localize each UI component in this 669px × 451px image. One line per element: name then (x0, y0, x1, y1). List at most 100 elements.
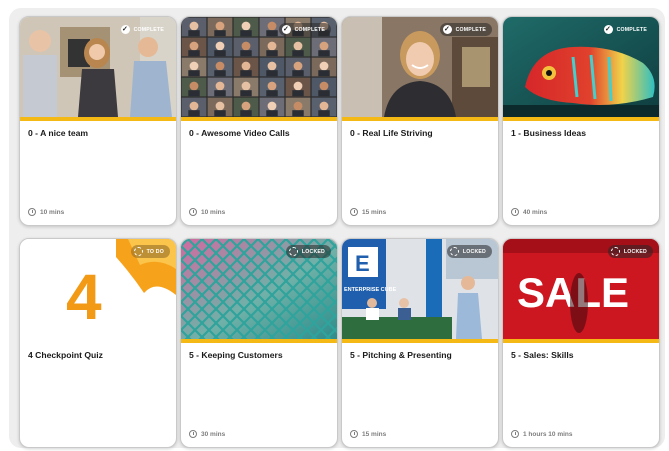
module-title: 0 - Awesome Video Calls (189, 128, 290, 138)
status-badge: LOCKED (607, 245, 653, 258)
status-label: TO DO (146, 248, 164, 255)
accent-bar (503, 117, 659, 121)
video-tile (181, 97, 207, 117)
accent-bar (342, 117, 498, 121)
duration-label: 40 mins (523, 208, 548, 216)
status-label: LOCKED (301, 248, 325, 255)
video-tile (311, 77, 337, 97)
number-4-graphic: 4 (66, 261, 102, 333)
module-card-business-ideas[interactable]: ✓ COMPLETE 1 - Business Ideas 40 mins (502, 16, 660, 226)
lock-icon (610, 247, 620, 256)
status-label: COMPLETE (294, 26, 325, 33)
number-4-thumbnail: 4 TO DO (20, 239, 176, 339)
module-card-a-nice-team[interactable]: ✓ COMPLETE 0 - A nice team 10 mins (19, 16, 177, 226)
module-duration: 10 mins (28, 208, 64, 216)
sale-sign-thumbnail: SALE LOCKED (503, 239, 659, 339)
module-title: 4 Checkpoint Quiz (28, 350, 103, 360)
status-label: LOCKED (462, 248, 486, 255)
video-tile (181, 57, 207, 77)
svg-text:E: E (355, 251, 370, 276)
status-label: LOCKED (623, 248, 647, 255)
module-title: 1 - Business Ideas (511, 128, 586, 138)
module-card-checkpoint-quiz[interactable]: 4 TO DO 4 Checkpoint Quiz (19, 238, 177, 448)
lock-icon (449, 247, 459, 256)
video-tile (259, 97, 285, 117)
status-badge: LOCKED (446, 245, 492, 258)
status-label: COMPLETE (133, 26, 164, 33)
video-tile (207, 57, 233, 77)
duration-label: 1 hours 10 mins (523, 430, 573, 438)
video-tile (285, 37, 311, 57)
module-duration: 1 hours 10 mins (511, 430, 573, 438)
checkmark-icon: ✓ (281, 25, 291, 34)
module-card-real-life-striving[interactable]: ✓ COMPLETE 0 - Real Life Striving 15 min… (341, 16, 499, 226)
clock-icon (189, 208, 197, 216)
clock-icon (189, 430, 197, 438)
status-badge: ✓ COMPLETE (601, 23, 653, 36)
clock-icon (511, 430, 519, 438)
video-tile (181, 77, 207, 97)
video-tile (233, 57, 259, 77)
accent-bar (20, 117, 176, 121)
module-card-sales-skills[interactable]: SALE LOCKED 5 - Sales: Skills 1 hours 10… (502, 238, 660, 448)
video-tile (311, 57, 337, 77)
duration-label: 30 mins (201, 430, 226, 438)
status-label: COMPLETE (616, 26, 647, 33)
clock-icon (28, 208, 36, 216)
chain-link-fence-thumbnail: LOCKED (181, 239, 337, 339)
video-tile (233, 37, 259, 57)
video-tile (181, 37, 207, 57)
clock-icon (350, 208, 358, 216)
status-label: COMPLETE (455, 26, 486, 33)
enterprise-cube-stage-thumbnail: E ENTERPRISE CUBE LOCKED (342, 239, 498, 339)
video-tile (285, 97, 311, 117)
status-badge: ✓ COMPLETE (278, 23, 331, 36)
enterprise-cube-text: ENTERPRISE CUBE (344, 287, 397, 293)
duration-label: 15 mins (362, 208, 387, 216)
video-tile (285, 77, 311, 97)
video-tile (207, 17, 233, 37)
module-card-awesome-video-calls[interactable]: ✓ COMPLETE 0 - Awesome Video Calls 10 mi… (180, 16, 338, 226)
module-title: 5 - Keeping Customers (189, 350, 283, 360)
module-title: 5 - Pitching & Presenting (350, 350, 452, 360)
module-grid-panel: ✓ COMPLETE 0 - A nice team 10 mins ✓ COM… (9, 8, 665, 448)
module-title: 5 - Sales: Skills (511, 350, 574, 360)
lock-icon (288, 247, 298, 256)
team-photo-thumbnail: ✓ COMPLETE (20, 17, 176, 117)
clock-icon (511, 208, 519, 216)
module-title: 0 - A nice team (28, 128, 89, 138)
video-tile (311, 97, 337, 117)
todo-icon (133, 247, 143, 256)
status-badge: LOCKED (285, 245, 331, 258)
module-card-keeping-customers[interactable]: LOCKED 5 - Keeping Customers 30 mins (180, 238, 338, 448)
video-tile (311, 37, 337, 57)
module-duration: 15 mins (350, 208, 386, 216)
video-tile (207, 77, 233, 97)
accent-bar (181, 117, 337, 121)
checkmark-icon: ✓ (120, 25, 130, 34)
status-badge: TO DO (130, 245, 170, 258)
clock-icon (350, 430, 358, 438)
accent-bar (181, 339, 337, 343)
checkmark-icon: ✓ (442, 25, 452, 34)
module-title: 0 - Real Life Striving (350, 128, 433, 138)
module-card-pitching-presenting[interactable]: E ENTERPRISE CUBE LOCKED 5 - Pitching & … (341, 238, 499, 448)
accent-bar (342, 339, 498, 343)
video-tile (207, 97, 233, 117)
status-badge: ✓ COMPLETE (439, 23, 492, 36)
video-tile (207, 37, 233, 57)
checkmark-icon: ✓ (603, 25, 613, 34)
module-duration: 30 mins (189, 430, 225, 438)
video-tile (233, 77, 259, 97)
video-tile (233, 17, 259, 37)
video-tile (259, 37, 285, 57)
module-duration: 10 mins (189, 208, 225, 216)
smiling-woman-thumbnail: ✓ COMPLETE (342, 17, 498, 117)
video-tile (259, 57, 285, 77)
status-badge: ✓ COMPLETE (118, 23, 170, 36)
accent-bar (503, 339, 659, 343)
video-tile (259, 77, 285, 97)
chameleon-thumbnail: ✓ COMPLETE (503, 17, 659, 117)
video-tile (233, 97, 259, 117)
duration-label: 10 mins (40, 208, 65, 216)
